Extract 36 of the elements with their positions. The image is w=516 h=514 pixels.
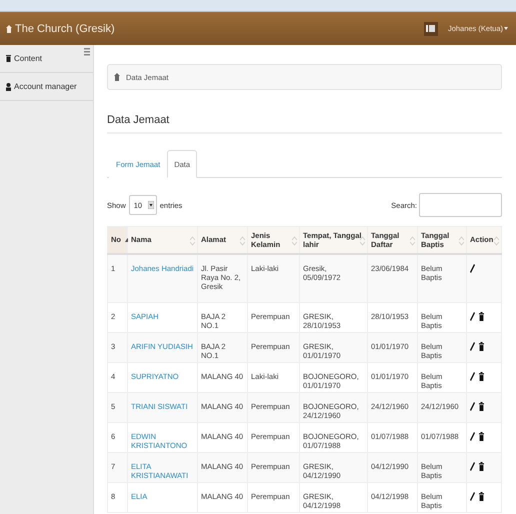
delete-button[interactable]: [479, 402, 484, 411]
delete-button[interactable]: [479, 432, 484, 441]
trash-icon: [6, 55, 11, 62]
edit-button[interactable]: [470, 492, 475, 501]
sort-icon: [360, 236, 365, 246]
home-icon: [6, 24, 12, 32]
delete-button[interactable]: [479, 372, 484, 381]
sort-icon: [292, 236, 297, 246]
sort-icon: [190, 236, 195, 246]
panel-icon: [426, 25, 436, 32]
page-title: Data Jemaat: [107, 108, 502, 134]
delete-button[interactable]: [479, 312, 484, 321]
brand-title[interactable]: The Church (Gresik): [6, 22, 424, 34]
menu-icon[interactable]: [84, 48, 90, 56]
home-icon: [114, 73, 120, 81]
edit-button[interactable]: [470, 312, 475, 321]
sort-icon: [459, 236, 464, 246]
sidebar-item[interactable]: Account manager: [0, 73, 93, 101]
edit-button[interactable]: [470, 432, 475, 441]
delete-button[interactable]: [479, 492, 484, 501]
edit-button[interactable]: [470, 462, 475, 471]
sort-icon: [410, 236, 415, 246]
sort-icon: [240, 236, 245, 246]
toggle-button[interactable]: [424, 22, 438, 36]
edit-button[interactable]: [470, 264, 475, 272]
edit-button[interactable]: [470, 372, 475, 381]
edit-button[interactable]: [470, 402, 475, 411]
caret-icon: [504, 27, 508, 30]
edit-button[interactable]: [470, 342, 475, 351]
delete-button[interactable]: [479, 342, 484, 351]
delete-button[interactable]: [479, 462, 484, 471]
caret-icon: [148, 201, 154, 209]
sidebar-item[interactable]: Content: [0, 45, 93, 73]
search-field[interactable]: [419, 193, 502, 217]
sort-icon: [494, 236, 499, 246]
user-icon: [6, 82, 11, 90]
